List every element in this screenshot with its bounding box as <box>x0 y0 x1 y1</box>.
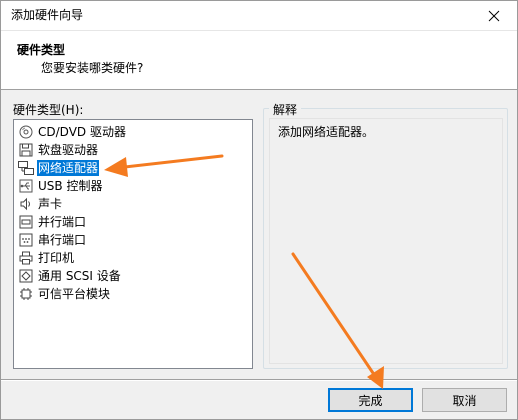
page-title: 硬件类型 <box>17 43 66 57</box>
cancel-button[interactable]: 取消 <box>422 388 507 412</box>
list-item-cd-dvd[interactable]: CD/DVD 驱动器 <box>18 123 127 141</box>
parallel-port-icon <box>18 214 34 230</box>
list-item-scsi[interactable]: 通用 SCSI 设备 <box>18 267 122 285</box>
add-hardware-wizard-window: 添加硬件向导 硬件类型 您要安装哪类硬件? 硬件类型(H): CD/DVD 驱动… <box>0 0 518 420</box>
page-subtitle: 您要安装哪类硬件? <box>41 61 144 75</box>
list-item-label: 并行端口 <box>38 215 87 229</box>
hardware-type-list[interactable]: CD/DVD 驱动器 软盘驱动器 网络适配器 USB 控制器 声卡 并行端口 串… <box>13 119 253 369</box>
list-item-network-adapter[interactable]: 网络适配器 <box>18 159 101 177</box>
close-icon <box>488 10 500 21</box>
scsi-icon <box>18 268 34 284</box>
list-item-label: 打印机 <box>38 251 75 265</box>
explanation-legend: 解释 <box>269 101 302 118</box>
list-item-serial-port[interactable]: 串行端口 <box>18 231 87 249</box>
list-item-tpm[interactable]: 可信平台模块 <box>18 285 111 303</box>
network-adapter-icon <box>18 160 34 176</box>
title-bar: 添加硬件向导 <box>1 1 517 31</box>
tpm-icon <box>18 286 34 302</box>
list-item-label: 网络适配器 <box>35 159 101 177</box>
footer-divider <box>1 379 517 381</box>
list-item-label: 通用 SCSI 设备 <box>38 269 121 283</box>
list-item-label: 声卡 <box>38 197 63 211</box>
usb-icon <box>18 178 34 194</box>
printer-icon <box>18 250 34 266</box>
window-title: 添加硬件向导 <box>11 8 84 22</box>
list-item-label: 软盘驱动器 <box>38 143 99 157</box>
hardware-type-label: 硬件类型(H): <box>13 103 84 117</box>
serial-port-icon <box>18 232 34 248</box>
list-item-label: 可信平台模块 <box>38 287 111 301</box>
list-item-label: USB 控制器 <box>38 179 103 193</box>
floppy-icon <box>18 142 34 158</box>
list-item-parallel-port[interactable]: 并行端口 <box>18 213 87 231</box>
list-item-printer[interactable]: 打印机 <box>18 249 75 267</box>
list-item-label: CD/DVD 驱动器 <box>38 125 126 139</box>
cd-dvd-icon <box>18 124 34 140</box>
wizard-header: 硬件类型 您要安装哪类硬件? <box>1 31 517 90</box>
list-item-floppy[interactable]: 软盘驱动器 <box>18 141 99 159</box>
list-item-usb[interactable]: USB 控制器 <box>18 177 103 195</box>
explanation-text: 添加网络适配器。 <box>278 125 375 139</box>
finish-button[interactable]: 完成 <box>328 388 413 412</box>
explanation-panel: 添加网络适配器。 <box>269 118 503 364</box>
list-item-label: 串行端口 <box>38 233 87 247</box>
close-button[interactable] <box>471 1 517 30</box>
list-item-sound-card[interactable]: 声卡 <box>18 195 63 213</box>
sound-icon <box>18 196 34 212</box>
